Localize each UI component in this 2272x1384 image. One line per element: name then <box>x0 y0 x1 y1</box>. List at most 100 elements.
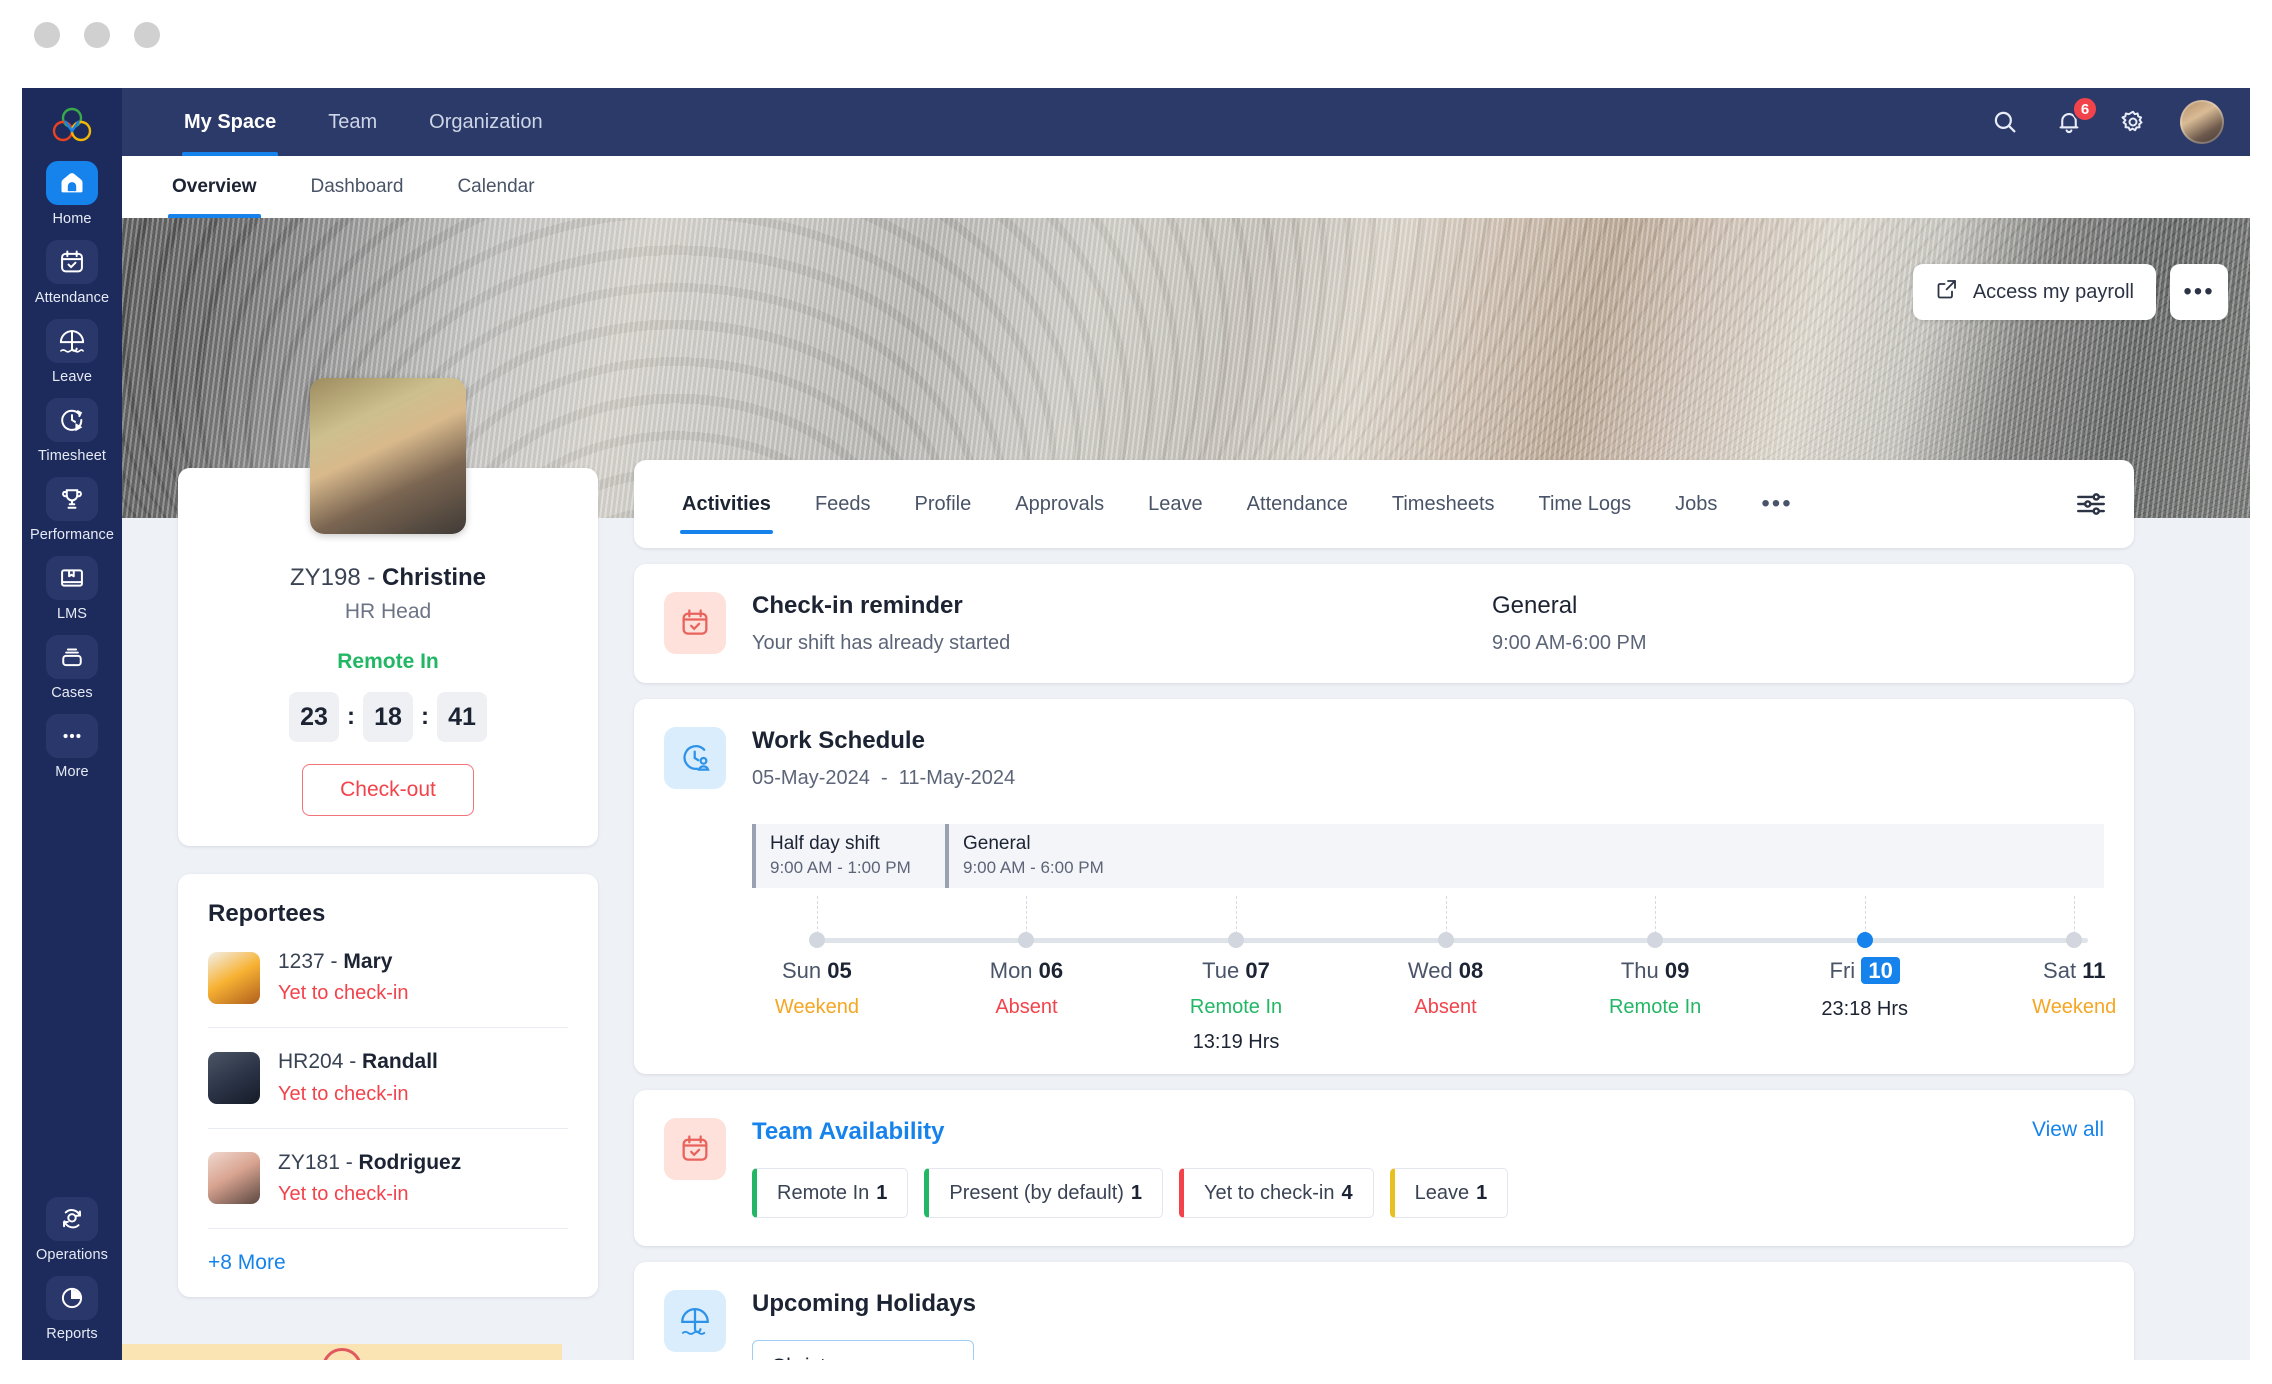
chip-count: 1 <box>1476 1181 1488 1204</box>
team-availability-view-all[interactable]: View all <box>2032 1118 2104 1142</box>
bell-icon[interactable]: 6 <box>2052 96 2098 139</box>
timeline-dot <box>1228 932 1245 948</box>
tab-label: Organization <box>429 110 543 133</box>
timeline-day-current[interactable]: Fri 10 23:18 Hrs <box>1780 896 1950 1021</box>
work-schedule-body: Work Schedule 05-May-2024 - 11-May-2024 … <box>752 727 2116 1053</box>
list-item[interactable]: ZY181 - Rodriguez Yet to check-in <box>208 1129 568 1230</box>
sidebar-item-operations[interactable]: Operations <box>22 1188 122 1267</box>
tab-feeds[interactable]: Feeds <box>793 460 893 548</box>
tab-organization[interactable]: Organization <box>403 88 568 156</box>
tab-activities[interactable]: Activities <box>660 460 793 548</box>
timer-separator: : <box>421 703 429 730</box>
sidebar-item-label: Home <box>52 211 92 227</box>
chip-label: Present (by default) <box>949 1181 1124 1204</box>
list-item[interactable]: HR204 - Randall Yet to check-in <box>208 1028 568 1129</box>
avatar <box>208 1152 260 1205</box>
tab-approvals[interactable]: Approvals <box>993 460 1126 548</box>
reportee-name: 1237 - Mary <box>278 950 393 973</box>
trophy-icon <box>46 477 98 521</box>
app-body: Home Attendance Leave Timesheet Performa… <box>22 88 2250 1360</box>
chip-count: 1 <box>876 1181 888 1204</box>
tab-calendar[interactable]: Calendar <box>435 156 556 218</box>
sidebar-item-more[interactable]: More <box>22 705 122 784</box>
tab-dashboard[interactable]: Dashboard <box>289 156 426 218</box>
sidebar-item-label: Reports <box>46 1326 98 1342</box>
check-in-reminder-subtitle: Your shift has already started <box>752 632 1011 654</box>
tab-attendance[interactable]: Attendance <box>1225 460 1370 548</box>
timeline-day[interactable]: Wed 08 Absent <box>1361 896 1531 1019</box>
window-close-dot[interactable] <box>34 22 60 48</box>
tab-profile[interactable]: Profile <box>893 460 994 548</box>
sidebar-item-performance[interactable]: Performance <box>22 468 122 547</box>
gear-icon[interactable] <box>2116 105 2150 139</box>
status-chip-present[interactable]: Present (by default) 1 <box>924 1168 1164 1218</box>
status-badge: Yet to check-in <box>278 982 409 1005</box>
tab-label: Team <box>328 110 378 133</box>
check-out-button[interactable]: Check-out <box>302 764 474 816</box>
sidebar-item-timesheet[interactable]: Timesheet <box>22 389 122 468</box>
pie-chart-icon <box>46 1276 98 1320</box>
window-maximize-dot[interactable] <box>134 22 160 48</box>
team-availability-title[interactable]: Team Availability <box>752 1118 945 1146</box>
umbrella-icon <box>46 319 98 363</box>
top-nav-tabs: My Space Team Organization <box>158 88 569 156</box>
check-in-reminder-body: Check-in reminder Your shift has already… <box>752 592 2104 655</box>
employee-id: ZY198 - <box>289 564 383 591</box>
tab-overview[interactable]: Overview <box>150 156 279 218</box>
day-label: Sat 11 <box>2043 958 2106 983</box>
team-availability-header: Team Availability View all <box>752 1118 2104 1146</box>
timeline-day[interactable]: Thu 09 Remote In <box>1570 896 1740 1019</box>
access-my-payroll-button[interactable]: Access my payroll <box>1912 264 2156 320</box>
tab-team[interactable]: Team <box>302 88 403 156</box>
tab-time-logs[interactable]: Time Logs <box>1517 460 1654 548</box>
timeline-day[interactable]: Tue 07 Remote In 13:19 Hrs <box>1151 896 1321 1054</box>
chip-label: Yet to check-in <box>1204 1181 1335 1204</box>
window-titlebar <box>0 0 2272 68</box>
sidebar-item-cases[interactable]: Cases <box>22 626 122 705</box>
left-column: ZY198 - Christine HR Head Remote In 23 :… <box>178 378 598 1298</box>
holiday-card[interactable]: Christmas 25 - Dec, Wednesday <box>752 1340 974 1360</box>
status-badge: Yet to check-in <box>278 1082 409 1105</box>
app-logo[interactable] <box>46 100 98 152</box>
sidebar-item-label: Timesheet <box>37 448 107 464</box>
tab-jobs[interactable]: Jobs <box>1653 460 1739 548</box>
status-chip-yet-to-check-in[interactable]: Yet to check-in 4 <box>1179 1168 1374 1218</box>
tabs-overflow-button[interactable]: ••• <box>1739 460 1814 548</box>
home-icon <box>46 161 98 205</box>
page-title: ZY198 - Christine <box>198 564 578 592</box>
window-minimize-dot[interactable] <box>84 22 110 48</box>
search-icon[interactable] <box>1988 105 2022 139</box>
sidebar-item-lms[interactable]: LMS <box>22 547 122 626</box>
avatar <box>208 1052 260 1105</box>
list-item[interactable]: 1237 - Mary Yet to check-in <box>208 928 568 1029</box>
status-badge: Yet to check-in <box>278 1183 409 1206</box>
sidebar-item-leave[interactable]: Leave <box>22 310 122 389</box>
status-chip-leave[interactable]: Leave 1 <box>1389 1168 1509 1218</box>
timeline-day[interactable]: Mon 06 Absent <box>941 896 1111 1019</box>
shift-segment[interactable]: Half day shift 9:00 AM - 1:00 PM <box>752 824 945 888</box>
timeline-day[interactable]: Sat 11 Weekend <box>1989 896 2159 1019</box>
shift-segment[interactable]: General 9:00 AM - 6:00 PM <box>945 824 2104 888</box>
sidebar-item-attendance[interactable]: Attendance <box>22 231 122 310</box>
banner-more-button[interactable]: ••• <box>2170 264 2228 320</box>
timeline-tick <box>816 896 818 934</box>
book-icon <box>46 556 98 600</box>
sidebar-item-home[interactable]: Home <box>22 152 122 231</box>
reportees-card: Reportees 1237 - Mary Yet to check-in HR… <box>178 874 598 1298</box>
timeline-tick <box>1026 896 1028 934</box>
sidebar-item-label: More <box>55 764 89 780</box>
reportee-info: ZY181 - Rodriguez Yet to check-in <box>278 1149 461 1208</box>
status-chip-remote-in[interactable]: Remote In 1 <box>752 1168 909 1218</box>
day-label: Tue 07 <box>1202 958 1270 983</box>
tab-leave[interactable]: Leave <box>1126 460 1225 548</box>
tab-my-space[interactable]: My Space <box>158 88 302 156</box>
avatar[interactable] <box>2180 100 2224 144</box>
tab-timesheets[interactable]: Timesheets <box>1370 460 1517 548</box>
sidebar-item-reports[interactable]: Reports <box>22 1267 122 1346</box>
more-reportees-link[interactable]: +8 More <box>208 1251 568 1275</box>
day-label: Sun 05 <box>782 958 852 983</box>
filter-sliders-icon[interactable] <box>2074 487 2108 521</box>
timeline-day[interactable]: Sun 05 Weekend <box>732 896 902 1019</box>
day-label: Fri 10 <box>1780 957 1950 984</box>
day-label: Thu 09 <box>1620 958 1690 983</box>
